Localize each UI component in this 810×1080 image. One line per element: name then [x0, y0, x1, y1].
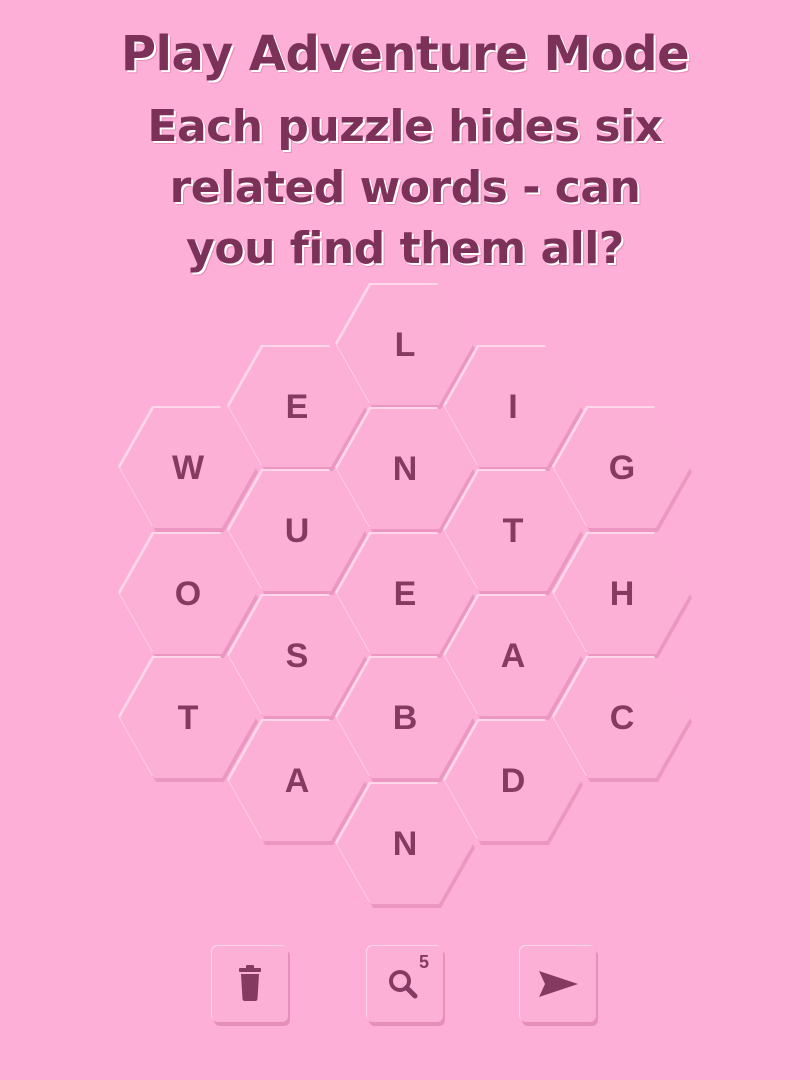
hint-count-badge: 5	[419, 952, 430, 972]
hex-letter-board: L E I W N G U T O E H S A T B C A D N	[0, 0, 810, 1080]
delete-button[interactable]	[212, 946, 288, 1022]
hex-tile[interactable]: N	[335, 782, 475, 908]
trash-icon	[239, 965, 261, 1001]
send-arrow-icon	[539, 971, 578, 997]
hint-button[interactable]: 5	[367, 946, 443, 1022]
submit-button[interactable]	[520, 946, 596, 1022]
magnifier-icon	[389, 970, 418, 999]
hex-tile-letter: N	[392, 825, 418, 863]
